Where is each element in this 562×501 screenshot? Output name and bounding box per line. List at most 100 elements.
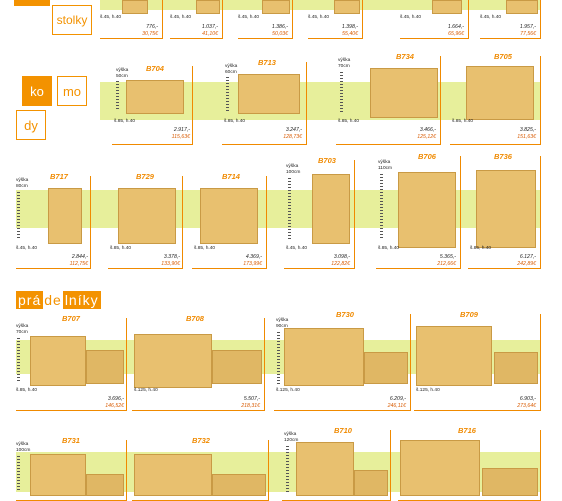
product-code: B713	[258, 58, 276, 67]
dim-label: š.85, h.40	[338, 119, 360, 124]
dim-label: š.125, h.40	[416, 388, 440, 393]
product-code: B730	[336, 310, 354, 319]
product-code: B703	[318, 156, 336, 165]
product-code: B704	[146, 64, 164, 73]
nightstand-image	[506, 0, 538, 14]
cabinet-image	[400, 440, 480, 496]
price-czk: 6.127,-	[519, 254, 536, 260]
price-label: 2.844,- 112,75€	[48, 254, 88, 268]
stolky-label: stolky	[56, 13, 88, 27]
price-czk: 1.037,-	[201, 24, 218, 30]
dim-label: š.125, h.40	[134, 388, 158, 393]
product-code: B710	[334, 426, 352, 435]
komody-tile-dy: dy	[16, 110, 46, 140]
cabinet-open-image	[86, 474, 124, 496]
price-eur: 146,52€	[105, 403, 124, 409]
nightstand-image	[262, 0, 290, 14]
chest-image	[312, 174, 350, 244]
dim-label: š.85, h.40	[114, 119, 136, 124]
price-eur: 273,64€	[517, 403, 536, 409]
nightstand-image	[122, 0, 148, 14]
chest-image	[466, 66, 534, 120]
price-czk: 3.247,-	[285, 127, 302, 133]
dim-label: š.85, h.40	[110, 246, 132, 251]
cabinet-image	[284, 328, 364, 386]
cabinet-open-image	[354, 470, 388, 496]
price-label: 3.247,- 128,73€	[262, 127, 302, 141]
komody-mo: mo	[62, 83, 82, 99]
price-czk: 3.696,-	[107, 396, 124, 402]
height-ruler	[380, 174, 383, 240]
dim-label: š.45, h.40	[308, 15, 330, 20]
price-eur: 212,66€	[437, 261, 456, 267]
price-czk: 1.398,-	[341, 24, 358, 30]
price-czk: 1.386,-	[271, 24, 288, 30]
height-ruler	[17, 338, 20, 382]
height-label: výška 100cm	[16, 442, 31, 453]
price-eur: 55,40€	[342, 31, 358, 37]
price-eur: 246,11€	[387, 403, 406, 409]
price-label: 3.696,- 146,52€	[84, 396, 124, 410]
dim-label: š.85, h.40	[194, 246, 216, 251]
dim-label: š.85, h.40	[378, 246, 400, 251]
nightstand-image	[334, 0, 360, 14]
chest-image	[476, 170, 536, 248]
price-label: 1.957,- 77,56€	[504, 24, 536, 38]
dim-label: š.85, h.40	[224, 119, 246, 124]
dim-label: š.45, h.40	[100, 15, 122, 20]
cabinet-image	[416, 326, 492, 386]
price-czk: 6.209,-	[389, 396, 406, 402]
price-czk: 5.365,-	[439, 254, 456, 260]
cabinet-image	[134, 334, 212, 388]
height-label: výška 60cm	[225, 64, 238, 75]
price-czk: 1.957,-	[519, 24, 536, 30]
price-czk: 3.466,-	[419, 127, 436, 133]
height-label: výška 70cm	[338, 58, 351, 69]
product-code: B734	[396, 52, 414, 61]
height-ruler	[340, 72, 343, 112]
product-code: B709	[460, 310, 478, 319]
pradelniky-pra: prá	[16, 291, 44, 309]
dim-label: š.125, h.40	[276, 388, 300, 393]
dim-label: š.85, h.40	[16, 388, 38, 393]
chest-image	[118, 188, 176, 244]
height-ruler	[288, 178, 291, 240]
dim-label: š.45, h.40	[400, 15, 422, 20]
product-code: B729	[136, 172, 154, 181]
product-code: B732	[192, 436, 210, 445]
chest-image	[398, 172, 456, 248]
height-ruler	[226, 77, 229, 113]
dim-label: š.85, h.40	[452, 119, 474, 124]
price-czk: 6.903,-	[519, 396, 536, 402]
price-eur: 242,89€	[517, 261, 536, 267]
price-czk: 2.844,-	[71, 254, 88, 260]
product-code: B731	[62, 436, 80, 445]
chest-image	[370, 68, 438, 118]
dim-label: š.45, h.40	[286, 246, 308, 251]
price-eur: 50,03€	[272, 31, 288, 37]
price-label: 776,- 30,75€	[128, 24, 158, 38]
komody-tile-mo: mo	[57, 76, 87, 106]
price-czk: 1.664,-	[447, 24, 464, 30]
price-eur: 41,10€	[202, 31, 218, 37]
price-label: 3.378,- 133,90€	[140, 254, 180, 268]
product-code: B736	[494, 152, 512, 161]
height-ruler	[116, 81, 119, 111]
price-label: 3.466,- 125,12€	[396, 127, 436, 141]
section-title-pradelniky: prá de lníky	[16, 291, 101, 309]
cabinet-open-image	[212, 350, 262, 384]
price-eur: 122,82€	[331, 261, 350, 267]
price-czk: 3.098,-	[333, 254, 350, 260]
product-code: B707	[62, 314, 80, 323]
stolky-tile	[14, 0, 50, 6]
chest-image	[126, 80, 184, 114]
price-eur: 128,73€	[283, 134, 302, 140]
pradelniky-lniky: lníky	[62, 291, 101, 309]
cabinet-image	[30, 454, 86, 496]
price-eur: 151,63€	[517, 134, 536, 140]
height-label: výška 80cm	[16, 178, 29, 189]
price-label: 6.903,- 273,64€	[496, 396, 536, 410]
price-eur: 173,99€	[243, 261, 262, 267]
price-label: 6.209,- 246,11€	[366, 396, 406, 410]
price-czk: 776,-	[146, 24, 158, 30]
